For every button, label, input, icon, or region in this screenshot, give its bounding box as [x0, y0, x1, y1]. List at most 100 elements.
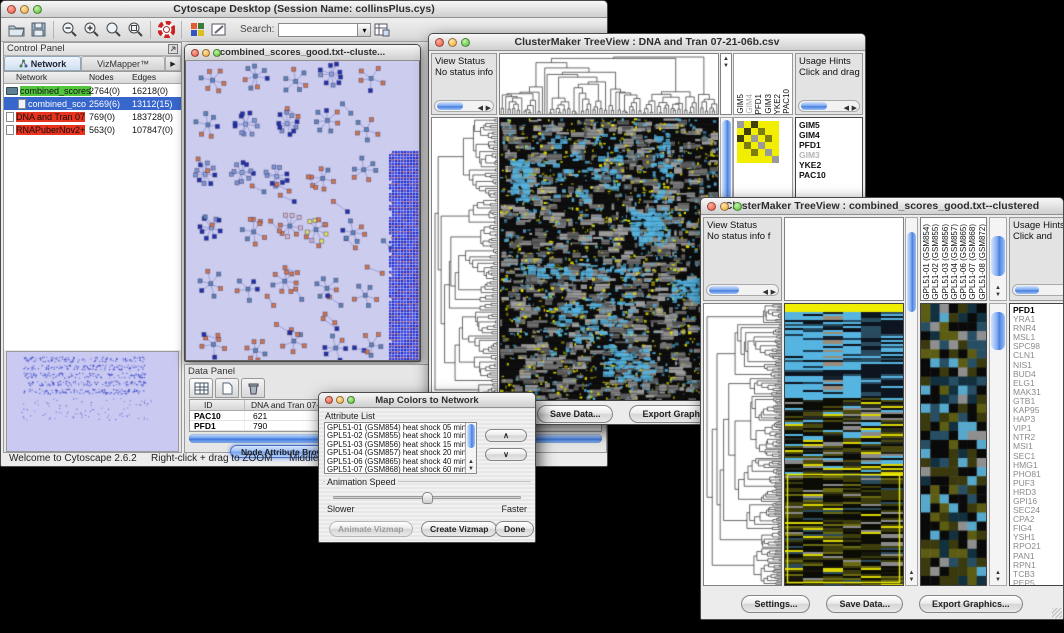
column-label[interactable]: GIM5: [736, 94, 744, 114]
column-label[interactable]: PFD1: [754, 94, 762, 114]
annotation-icon[interactable]: [208, 20, 230, 40]
new-attribute-icon[interactable]: [215, 378, 239, 398]
minimize-icon[interactable]: [448, 38, 457, 47]
zoom-out-icon[interactable]: [58, 20, 80, 40]
minimize-icon[interactable]: [720, 202, 729, 211]
delete-attribute-icon[interactable]: [241, 378, 265, 398]
treeview1-row-dendrogram[interactable]: [431, 117, 498, 401]
network-list-row[interactable]: combined_sco2569(6)13112(15): [4, 97, 181, 110]
column-label[interactable]: GIM4: [745, 94, 753, 114]
usage-hints-hscrollbar[interactable]: [1012, 284, 1064, 296]
save-data-button[interactable]: Save Data...: [826, 595, 903, 613]
network-list-row[interactable]: combined_scores2764(0)16218(0): [4, 84, 181, 97]
tab-network[interactable]: Network: [4, 56, 81, 71]
scroll-right-icon[interactable]: ▶: [486, 103, 491, 114]
zoom-window-icon[interactable]: [347, 396, 355, 404]
col-network[interactable]: Network: [16, 72, 47, 82]
search-input[interactable]: [278, 23, 358, 37]
treeview2-genelist-vscrollbar[interactable]: ▲ ▼: [989, 303, 1007, 586]
move-down-button[interactable]: ∨: [485, 448, 527, 461]
close-icon[interactable]: [191, 49, 199, 57]
scroll-up-icon[interactable]: ▲: [721, 56, 731, 62]
scroll-right-icon[interactable]: ▶: [852, 103, 857, 114]
animate-vizmap-button[interactable]: Animate Vizmap: [329, 521, 413, 537]
treeview1-heatmap[interactable]: [499, 117, 719, 401]
settings-button[interactable]: Settings...: [741, 595, 810, 613]
animation-speed-slider[interactable]: [333, 496, 521, 499]
treeview1-zoom-heatmap[interactable]: [737, 121, 779, 163]
gene-label[interactable]: GIM4: [799, 130, 862, 140]
view-status-hscrollbar[interactable]: ◀▶: [706, 284, 779, 296]
column-label[interactable]: GPL51-01 (GSM854): [922, 224, 930, 300]
gene-label[interactable]: GIM3: [799, 150, 862, 160]
scroll-up-icon[interactable]: ▲: [466, 459, 476, 465]
network-list-row[interactable]: DNA and Tran 07769(0)183728(0): [4, 110, 181, 123]
scroll-up-icon[interactable]: ▲: [990, 570, 1006, 576]
scroll-down-icon[interactable]: ▼: [466, 466, 476, 472]
tab-vizmapper[interactable]: VizMapper™: [81, 56, 165, 71]
slider-thumb[interactable]: [422, 492, 433, 504]
treeview1-column-dendrogram[interactable]: [499, 53, 719, 115]
scroll-down-icon[interactable]: ▼: [990, 292, 1006, 298]
treeview2-zoom-heatmap[interactable]: [920, 303, 987, 586]
close-icon[interactable]: [325, 396, 333, 404]
open-file-icon[interactable]: [5, 20, 27, 40]
float-panel-icon[interactable]: [168, 44, 178, 57]
zoom-window-icon[interactable]: [461, 38, 470, 47]
scroll-left-icon[interactable]: ◀: [763, 287, 768, 298]
vizmapper-icon[interactable]: [186, 20, 208, 40]
col-nodes[interactable]: Nodes: [89, 72, 114, 82]
scroll-left-icon[interactable]: ◀: [844, 103, 849, 114]
network-overview-canvas[interactable]: [7, 352, 178, 451]
treeview2-vscrollbar[interactable]: ▲ ▼: [905, 217, 918, 586]
view-status-hscrollbar[interactable]: ◀▶: [434, 100, 494, 112]
create-vizmap-button[interactable]: Create Vizmap: [421, 521, 497, 537]
tab-more-icon[interactable]: ▶: [165, 56, 181, 71]
scroll-down-icon[interactable]: ▼: [906, 577, 917, 583]
column-label[interactable]: GPL51-02 (GSM855): [931, 224, 939, 300]
col-edges[interactable]: Edges: [132, 72, 156, 82]
scroll-right-icon[interactable]: ▶: [771, 287, 776, 298]
column-label[interactable]: YKE2: [773, 94, 781, 114]
column-label[interactable]: PAC10: [782, 89, 790, 114]
attribute-browser-icon[interactable]: [371, 20, 393, 40]
treeview1-titlebar[interactable]: ClusterMaker TreeView : DNA and Tran 07-…: [429, 34, 865, 51]
column-label[interactable]: GPL51-04 (GSM857): [950, 224, 958, 300]
column-label[interactable]: GPL51-08 (GSM872): [978, 224, 986, 300]
usage-hints-hscrollbar[interactable]: ◀▶: [798, 100, 860, 112]
gene-label[interactable]: PAC10: [799, 170, 862, 180]
close-icon[interactable]: [7, 5, 16, 14]
gene-label[interactable]: PEP5: [1013, 579, 1064, 586]
treeview2-row-dendrogram[interactable]: [703, 303, 782, 586]
column-label[interactable]: GPL51-03 (GSM856): [941, 224, 949, 300]
network-view-titlebar[interactable]: combined_scores_good.txt--cluste...: [185, 45, 420, 61]
scroll-left-icon[interactable]: ◀: [478, 103, 483, 114]
treeview2-column-dendrogram[interactable]: [784, 217, 904, 301]
scroll-up-icon[interactable]: ▲: [906, 570, 917, 576]
close-icon[interactable]: [707, 202, 716, 211]
treeview2-heatmap[interactable]: [784, 303, 904, 586]
main-titlebar[interactable]: Cytoscape Desktop (Session Name: collins…: [1, 1, 607, 18]
done-button[interactable]: Done: [495, 521, 534, 537]
export-graphics-button[interactable]: Export Graphics...: [919, 595, 1023, 613]
node-attribute-grid-icon[interactable]: [189, 378, 213, 398]
zoom-window-icon[interactable]: [33, 5, 42, 14]
scroll-down-icon[interactable]: ▼: [990, 577, 1006, 583]
gene-label[interactable]: PFD1: [799, 140, 862, 150]
zoom-selected-icon[interactable]: [124, 20, 146, 40]
gene-label[interactable]: YKE2: [799, 160, 862, 170]
column-label[interactable]: GPL51-06 (GSM865): [959, 224, 967, 300]
minimize-icon[interactable]: [20, 5, 29, 14]
save-icon[interactable]: [27, 20, 49, 40]
network-canvas[interactable]: [185, 61, 420, 361]
attribute-list-vscrollbar[interactable]: ▲ ▼: [465, 423, 476, 473]
minimize-icon[interactable]: [202, 49, 210, 57]
save-data-button[interactable]: Save Data...: [537, 405, 614, 423]
dialog-titlebar[interactable]: Map Colors to Network: [319, 393, 535, 408]
treeview1-column-scroll-strip[interactable]: ▲ ▼: [720, 53, 732, 115]
treeview2-titlebar[interactable]: ClusterMaker TreeView : combined_scores_…: [701, 198, 1063, 215]
scroll-up-icon[interactable]: ▲: [990, 285, 1006, 291]
column-label[interactable]: GIM3: [764, 94, 772, 114]
attribute-list-item[interactable]: GPL51-07 (GSM868) heat shock 60 min: [327, 466, 464, 474]
zoom-fit-icon[interactable]: [102, 20, 124, 40]
